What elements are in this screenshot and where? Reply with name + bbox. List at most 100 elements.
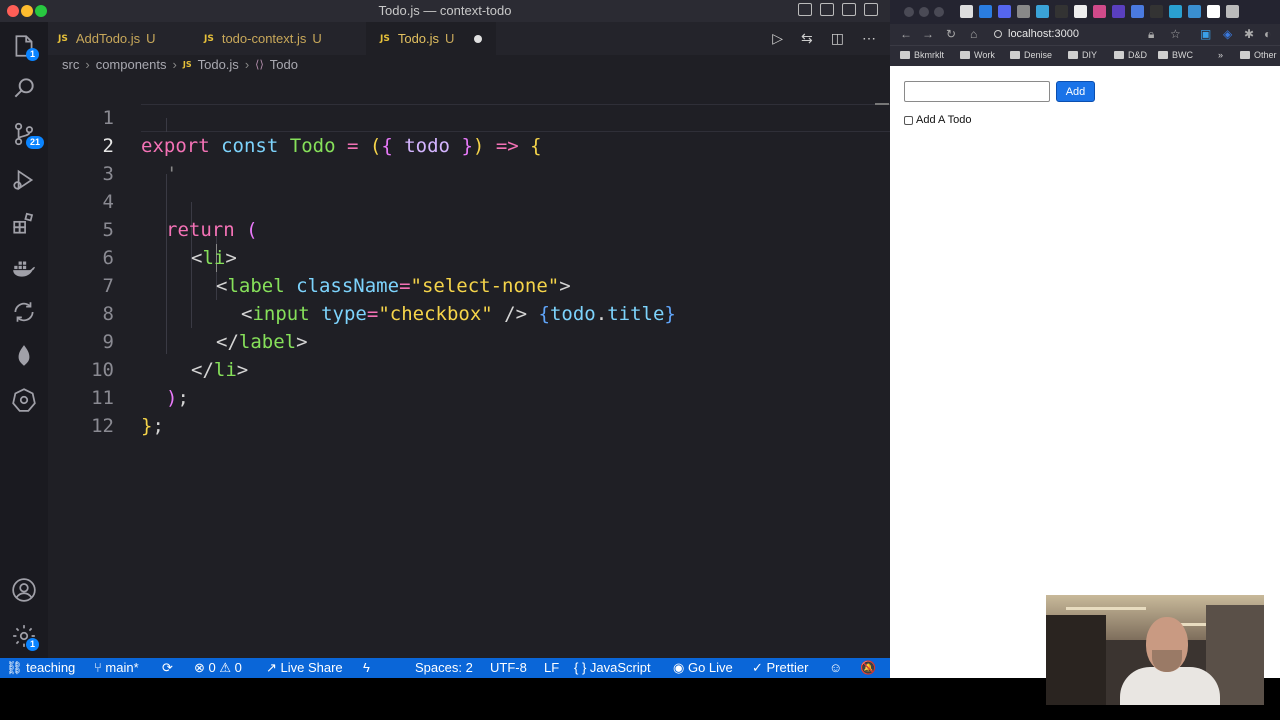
- back-icon[interactable]: ←: [900, 27, 912, 41]
- bookmark-item[interactable]: Bkmrklt: [900, 50, 944, 60]
- source-control-icon[interactable]: 21: [0, 114, 48, 154]
- extensions-icon[interactable]: [0, 204, 48, 244]
- bookmark-item[interactable]: DIY: [1068, 50, 1097, 60]
- mongodb-icon[interactable]: [0, 336, 48, 376]
- tab-status: U: [146, 31, 156, 46]
- breadcrumb-symbol[interactable]: Todo: [270, 57, 298, 72]
- customize-layout-icon[interactable]: [864, 3, 878, 16]
- indentation-indicator[interactable]: Spaces: 2: [415, 660, 473, 675]
- bookmark-item[interactable]: BWC: [1158, 50, 1193, 60]
- site-info-icon[interactable]: [994, 30, 1002, 38]
- language-indicator[interactable]: { } JavaScript: [574, 660, 651, 675]
- tab-close-icon[interactable]: [1017, 5, 1030, 18]
- tab-addtodo[interactable]: JS AddTodo.js U: [58, 22, 196, 55]
- code-line-4: 4 return (: [48, 160, 890, 241]
- tab-favicon-icon[interactable]: [1131, 5, 1144, 18]
- tab-todo-context[interactable]: JS todo-context.js U: [204, 22, 364, 55]
- sync-icon[interactable]: ⟳: [162, 660, 173, 676]
- forward-icon[interactable]: →: [922, 27, 934, 41]
- browser-maximize-button[interactable]: [934, 7, 944, 17]
- manage-gear-icon[interactable]: 1: [0, 616, 48, 656]
- folder-icon: [1114, 51, 1124, 59]
- tab-favicon-icon[interactable]: [1055, 5, 1068, 18]
- run-debug-icon[interactable]: [0, 160, 48, 200]
- tab-favicon-icon[interactable]: [998, 5, 1011, 18]
- folder-icon: [1240, 51, 1250, 59]
- tab-favicon-icon[interactable]: [960, 5, 973, 18]
- split-editor-icon[interactable]: ◫: [831, 30, 844, 47]
- chevron-right-icon: ›: [172, 57, 177, 72]
- lightning-icon[interactable]: ϟ: [363, 660, 370, 675]
- bookmark-item[interactable]: Work: [960, 50, 995, 60]
- symbol-icon: ⟨⟩: [255, 59, 264, 71]
- address-bar[interactable]: localhost:3000: [994, 26, 1154, 43]
- feedback-icon[interactable]: ☺: [829, 660, 842, 675]
- tab-favicon-icon[interactable]: [1169, 5, 1182, 18]
- unsaved-dot-icon[interactable]: [474, 34, 483, 43]
- extension-icon[interactable]: ▣: [1200, 27, 1211, 41]
- browser-close-button[interactable]: [904, 7, 914, 17]
- browser-minimize-button[interactable]: [919, 7, 929, 17]
- bookmark-item[interactable]: D&D: [1114, 50, 1147, 60]
- tab-favicon-icon[interactable]: [1093, 5, 1106, 18]
- todo-label[interactable]: Add A Todo: [916, 114, 971, 126]
- chevron-right-icon: ›: [244, 57, 250, 72]
- bookmark-item[interactable]: Denise: [1010, 50, 1052, 60]
- prettier-button[interactable]: ✓ Prettier: [752, 660, 808, 676]
- search-icon[interactable]: [0, 68, 48, 108]
- webcam-background: [1046, 615, 1106, 705]
- tab-favicon-icon[interactable]: [1188, 5, 1201, 18]
- new-tab-icon[interactable]: [1226, 5, 1239, 18]
- tab-status: U: [312, 31, 322, 46]
- docker-icon[interactable]: [0, 248, 48, 288]
- more-actions-icon[interactable]: ⋯: [862, 30, 876, 47]
- encoding-indicator[interactable]: UTF-8: [490, 660, 527, 675]
- extensions-puzzle-icon[interactable]: ✱: [1244, 27, 1254, 41]
- todo-checkbox[interactable]: [904, 115, 913, 125]
- account-icon[interactable]: [0, 570, 48, 610]
- go-live-button[interactable]: ◉ Go Live: [673, 660, 733, 676]
- tab-favicon-icon[interactable]: [1150, 5, 1163, 18]
- bookmarks-bar: Bkmrklt Work Denise DIY D&D BWC » Other: [890, 45, 1280, 66]
- add-button[interactable]: Add: [1056, 81, 1095, 102]
- breadcrumb-file[interactable]: Todo.js: [198, 57, 239, 72]
- tab-favicon-icon[interactable]: [1207, 5, 1220, 18]
- eol-indicator[interactable]: LF: [544, 660, 559, 675]
- bookmark-star-icon[interactable]: ☆: [1170, 27, 1181, 41]
- code-line-7: 7 <input type="checkbox" /> {todo.title}: [48, 244, 890, 325]
- extension-icon[interactable]: ◈: [1223, 27, 1232, 41]
- breadcrumb-components[interactable]: components: [96, 57, 167, 72]
- explorer-icon[interactable]: 1: [0, 26, 48, 66]
- problems-indicator[interactable]: ⊗ 0 ⚠ 0: [194, 660, 242, 676]
- live-share-button[interactable]: ↗ Live Share: [266, 660, 343, 676]
- bookmark-item[interactable]: Other: [1240, 50, 1277, 60]
- tab-favicon-icon[interactable]: [1112, 5, 1125, 18]
- breadcrumb-src[interactable]: src: [62, 57, 79, 72]
- more-bookmarks-button[interactable]: »: [1218, 50, 1223, 60]
- go-live-label: Go Live: [687, 660, 733, 675]
- code-editor[interactable]: 1 export const Todo = ({ todo }) => { 2 …: [48, 76, 921, 658]
- tab-favicon-icon[interactable]: [1036, 5, 1049, 18]
- toggle-sidebar-icon[interactable]: [798, 3, 812, 16]
- run-icon[interactable]: ▷: [772, 30, 783, 47]
- compare-changes-icon[interactable]: ⇆: [801, 30, 813, 47]
- reload-icon[interactable]: ↻: [946, 27, 956, 41]
- line-number: 12: [91, 415, 114, 437]
- toggle-secondary-sidebar-icon[interactable]: [842, 3, 856, 16]
- tab-favicon-icon[interactable]: [1074, 5, 1087, 18]
- home-icon[interactable]: ⌂: [970, 27, 977, 41]
- folder-icon: [900, 51, 910, 59]
- profile-icon[interactable]: ◐: [1264, 27, 1271, 41]
- remote-indicator[interactable]: ⛓ teaching: [6, 660, 75, 676]
- toggle-panel-icon[interactable]: [820, 3, 834, 16]
- notifications-icon[interactable]: 🔕: [860, 660, 876, 676]
- tab-favicon-icon[interactable]: [979, 5, 992, 18]
- remote-explorer-icon[interactable]: [0, 292, 48, 332]
- todo-input[interactable]: [904, 81, 1050, 102]
- branch-indicator[interactable]: ⑂ main*: [94, 660, 139, 675]
- breadcrumb: src › components › JS Todo.js › ⟨⟩ Todo: [62, 57, 298, 72]
- code-line-5: 5 <li>: [48, 188, 890, 269]
- folder-icon: [960, 51, 970, 59]
- kubernetes-icon[interactable]: [0, 380, 48, 420]
- tab-todo[interactable]: JS Todo.js U: [366, 22, 496, 55]
